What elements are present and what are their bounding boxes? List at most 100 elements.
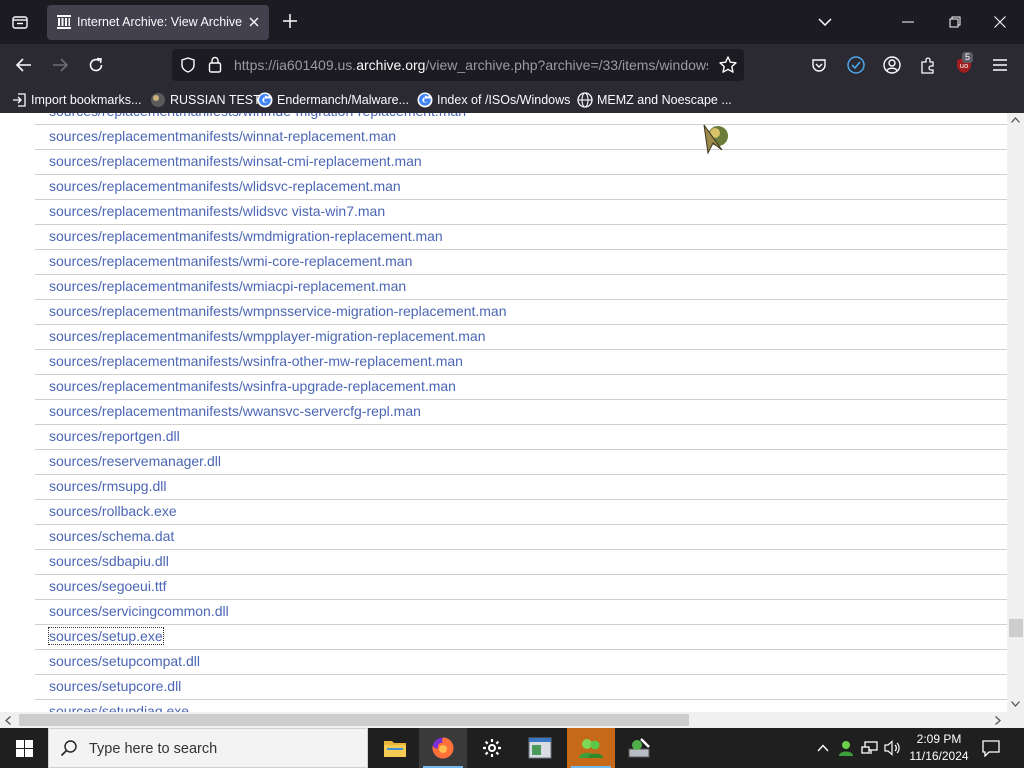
lock-icon[interactable] (208, 56, 222, 73)
file-link[interactable]: sources/reservemanager.dll (49, 453, 221, 469)
taskbar-clock[interactable]: 2:09 PM 11/16/2024 (905, 731, 973, 765)
list-all-tabs-button[interactable] (815, 12, 835, 32)
users-icon (579, 739, 603, 758)
table-row: sources/sdbapiu.dll (35, 550, 1007, 575)
tracking-protection-shield-icon[interactable] (180, 57, 196, 73)
minimize-button[interactable] (896, 12, 920, 32)
arrow-left-icon (16, 58, 31, 72)
archive-favicon-icon (57, 15, 71, 29)
url-text[interactable]: https://ia601409.us.archive.org/view_arc… (234, 57, 708, 73)
file-link[interactable]: sources/replacementmanifests/winsat-cmi-… (49, 153, 422, 169)
taskbar-disk-app[interactable] (616, 728, 664, 768)
bookmark-label: Endermanch/Malware... (277, 93, 410, 107)
sync-check-button[interactable] (843, 52, 869, 78)
bookmark-memz[interactable]: MEMZ and Noescape ... (577, 91, 732, 109)
puzzle-icon (921, 56, 934, 74)
file-link[interactable]: sources/setupcompat.dll (49, 653, 200, 669)
address-bar[interactable]: https://ia601409.us.archive.org/view_arc… (172, 49, 744, 81)
table-row: sources/replacementmanifests/wmi-core-re… (35, 250, 1007, 275)
tab-close-button[interactable] (245, 13, 263, 31)
file-link[interactable]: sources/replacementmanifests/wmpnsservic… (49, 303, 507, 319)
tray-network[interactable] (861, 739, 879, 757)
file-link[interactable]: sources/segoeui.ttf (49, 578, 167, 594)
bookmark-label: Index of /ISOs/Windows (437, 93, 571, 107)
start-button[interactable] (0, 728, 48, 768)
file-link[interactable]: sources/setupdiag.exe (49, 703, 189, 712)
scroll-right-arrow-icon[interactable] (995, 716, 1001, 725)
file-link[interactable]: sources/replacementmanifests/wmdmigratio… (49, 228, 443, 244)
url-path: /view_archive.php?archive=/33/items/wind… (425, 57, 708, 73)
taskbar-green-users-app[interactable] (567, 728, 615, 768)
bookmark-russian-test[interactable]: RUSSIAN TEST (150, 91, 261, 109)
app-menu-button[interactable] (987, 52, 1013, 78)
bookmark-endermanch[interactable]: Endermanch/Malware... (257, 91, 409, 109)
table-row: sources/rollback.exe (35, 500, 1007, 525)
account-button[interactable] (879, 52, 905, 78)
file-link[interactable]: sources/rmsupg.dll (49, 478, 167, 494)
restore-icon (949, 16, 961, 28)
bookmark-index-isos[interactable]: Index of /ISOs/Windows (417, 91, 570, 109)
file-link[interactable]: sources/replacementmanifests/wsinfra-oth… (49, 353, 463, 369)
file-link[interactable]: sources/rollback.exe (49, 503, 177, 519)
back-button[interactable] (11, 52, 37, 78)
file-link[interactable]: sources/replacementmanifests/wwansvc-ser… (49, 403, 421, 419)
app-window-icon (528, 737, 552, 759)
file-link[interactable]: sources/reportgen.dll (49, 428, 180, 444)
tray-overflow-button[interactable] (814, 739, 832, 757)
tray-user-app[interactable] (837, 739, 855, 757)
file-link[interactable]: sources/replacementmanifests/winnat-repl… (49, 128, 396, 144)
file-link[interactable]: sources/setupcore.dll (49, 678, 181, 694)
gear-icon (483, 739, 501, 757)
tab-list-button[interactable] (6, 8, 34, 36)
minimize-icon (902, 21, 914, 23)
taskbar-file-explorer[interactable] (371, 728, 419, 768)
file-link[interactable]: sources/replacementmanifests/wmi-core-re… (49, 253, 412, 269)
file-link[interactable]: sources/servicingcommon.dll (49, 603, 229, 619)
reload-button[interactable] (83, 52, 109, 78)
globe-icon (577, 92, 593, 108)
windows-logo-icon (15, 739, 33, 757)
scroll-up-arrow-icon[interactable] (1011, 117, 1020, 123)
bookmark-import[interactable]: Import bookmarks... (11, 91, 141, 109)
cursor-icon (150, 92, 166, 108)
plus-icon (283, 14, 297, 28)
taskbar-search-box[interactable]: Type here to search (48, 728, 368, 768)
star-icon[interactable] (718, 55, 738, 75)
table-row: sources/setupcompat.dll (35, 650, 1007, 675)
file-link[interactable]: sources/replacementmanifests/wlidsvc-rep… (49, 178, 401, 194)
green-user-icon (839, 741, 853, 756)
notifications-button[interactable] (982, 739, 1000, 757)
file-link[interactable]: sources/replacementmanifests/wsinfra-upg… (49, 378, 456, 394)
network-icon (861, 741, 878, 754)
pocket-button[interactable] (806, 52, 832, 78)
file-link[interactable]: sources/sdbapiu.dll (49, 553, 169, 569)
forward-button[interactable] (47, 52, 73, 78)
active-tab[interactable]: Internet Archive: View Archive (47, 5, 269, 40)
scroll-left-arrow-icon[interactable] (5, 716, 11, 725)
window-close-button[interactable] (988, 12, 1012, 32)
file-link[interactable]: sources/replacementmanifests/winmde-migr… (49, 113, 466, 119)
taskbar-app-window[interactable] (516, 728, 564, 768)
vertical-scrollbar[interactable] (1007, 113, 1024, 712)
file-link[interactable]: sources/replacementmanifests/wlidsvc vis… (49, 203, 385, 219)
hamburger-menu-icon (993, 59, 1007, 71)
folder-icon (384, 741, 406, 757)
file-link[interactable]: sources/replacementmanifests/wmiacpi-rep… (49, 278, 406, 294)
file-link[interactable]: sources/setup.exe (48, 627, 164, 645)
extensions-button[interactable] (915, 52, 941, 78)
table-row: sources/replacementmanifests/wlidsvc vis… (35, 200, 1007, 225)
restore-button[interactable] (943, 12, 967, 32)
tray-volume[interactable] (884, 739, 902, 757)
new-tab-button[interactable] (280, 11, 300, 31)
bookmark-label: MEMZ and Noescape ... (597, 93, 732, 107)
file-link[interactable]: sources/replacementmanifests/wmpplayer-m… (49, 328, 486, 344)
file-link[interactable]: sources/schema.dat (49, 528, 174, 544)
bookmark-label: Import bookmarks... (31, 93, 142, 107)
taskbar-firefox[interactable] (419, 728, 467, 768)
scroll-down-arrow-icon[interactable] (1011, 701, 1020, 707)
table-row: sources/setup.exe (35, 625, 1007, 650)
vertical-scroll-thumb[interactable] (1009, 619, 1023, 637)
horizontal-scroll-thumb[interactable] (19, 714, 689, 726)
horizontal-scrollbar[interactable] (0, 712, 1007, 728)
taskbar-settings[interactable] (468, 728, 516, 768)
